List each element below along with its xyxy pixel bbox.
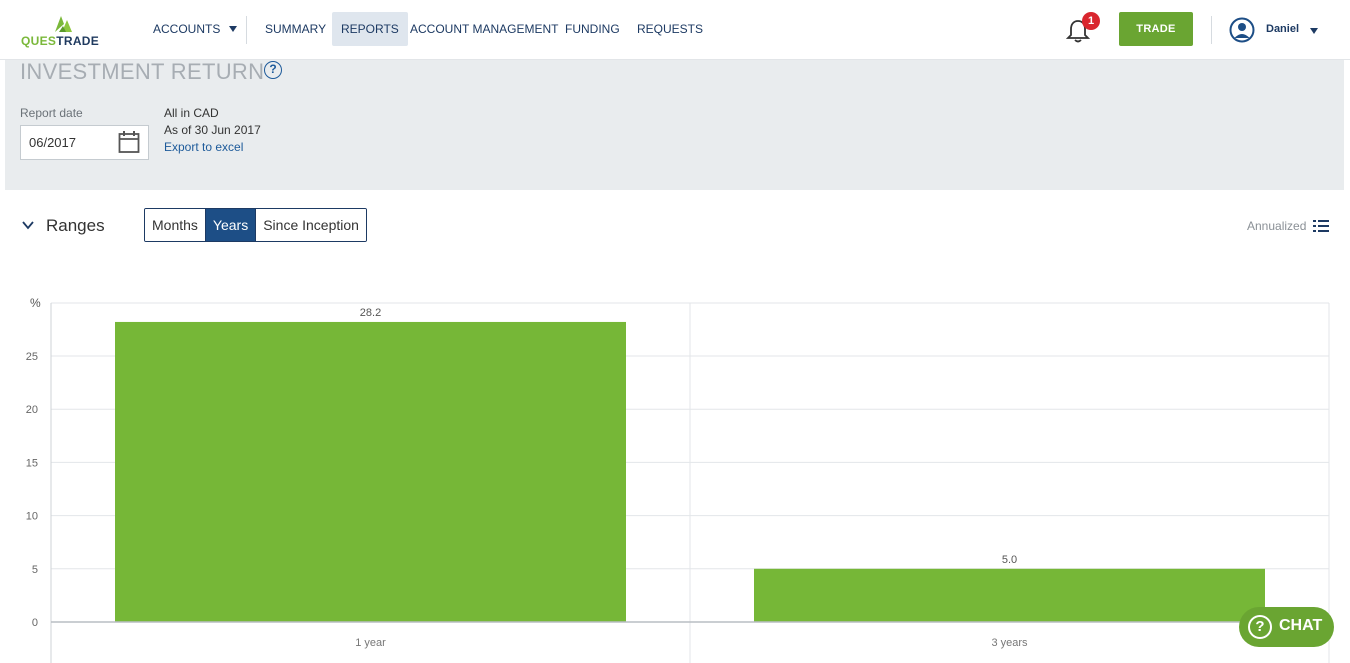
range-months-button[interactable]: Months — [145, 209, 206, 241]
bar-value-label: 28.2 — [360, 307, 381, 319]
y-axis-label: % — [30, 296, 41, 310]
list-view-icon[interactable] — [1313, 219, 1329, 233]
y-tick-label: 10 — [26, 511, 38, 523]
user-avatar-icon[interactable] — [1229, 17, 1255, 43]
page-title: INVESTMENT RETURN — [20, 59, 265, 84]
question-icon: ? — [1248, 615, 1272, 639]
y-tick-label: 20 — [26, 404, 38, 416]
nav-reports[interactable]: REPORTS — [332, 12, 408, 46]
chat-button[interactable]: ? CHAT — [1239, 607, 1334, 647]
currency-note: All in CAD — [164, 106, 219, 120]
nav-account-management[interactable]: ACCOUNT MANAGEMENT — [401, 12, 567, 46]
top-navigation-bar: QUESTRADE ACCOUNTS SUMMARY REPORTS ACCOU… — [0, 0, 1350, 60]
nav-accounts[interactable]: ACCOUNTS — [144, 12, 246, 46]
chevron-down-icon[interactable] — [1310, 28, 1318, 34]
y-tick-label: 0 — [32, 617, 38, 629]
nav-divider — [246, 16, 247, 44]
chevron-down-icon[interactable] — [22, 219, 34, 231]
export-to-excel-link[interactable]: Export to excel — [164, 140, 243, 154]
y-tick-label: 25 — [26, 351, 38, 363]
annualized-label: Annualized — [1247, 219, 1307, 233]
x-category-label: 1 year — [355, 637, 386, 649]
user-divider — [1211, 16, 1212, 44]
ranges-heading[interactable]: Ranges — [46, 216, 105, 236]
range-since-inception-button[interactable]: Since Inception — [256, 209, 366, 241]
investment-return-chart: 0 5 10 15 20 25% 28.2 1 year 5.0 3 years — [26, 296, 1330, 663]
chevron-down-icon — [229, 26, 238, 32]
bar-value-label: 5.0 — [1002, 554, 1017, 566]
calendar-icon[interactable] — [118, 130, 140, 154]
nav-requests[interactable]: REQUESTS — [628, 12, 712, 46]
user-name[interactable]: Daniel — [1266, 23, 1299, 35]
range-toggle-group: Months Years Since Inception — [144, 208, 367, 242]
notification-badge: 1 — [1082, 12, 1100, 30]
y-tick-label: 5 — [32, 564, 38, 576]
as-of-date: As of 30 Jun 2017 — [164, 123, 261, 137]
logo-text: QUESTRADE — [21, 34, 100, 48]
bar-1-year — [115, 321, 626, 622]
y-tick-label: 15 — [26, 457, 38, 469]
report-date-label: Report date — [20, 106, 83, 120]
range-years-button[interactable]: Years — [205, 209, 257, 241]
x-category-label: 3 years — [991, 637, 1028, 649]
nav-funding[interactable]: FUNDING — [556, 12, 629, 46]
chat-label: CHAT — [1279, 617, 1323, 634]
bar-3-years — [754, 568, 1265, 622]
trade-button[interactable]: TRADE — [1119, 12, 1193, 46]
questrade-logo[interactable]: QUESTRADE — [21, 12, 117, 48]
help-icon[interactable]: ? — [264, 61, 282, 79]
logo-mark-icon — [55, 16, 72, 32]
nav-summary[interactable]: SUMMARY — [256, 12, 335, 46]
